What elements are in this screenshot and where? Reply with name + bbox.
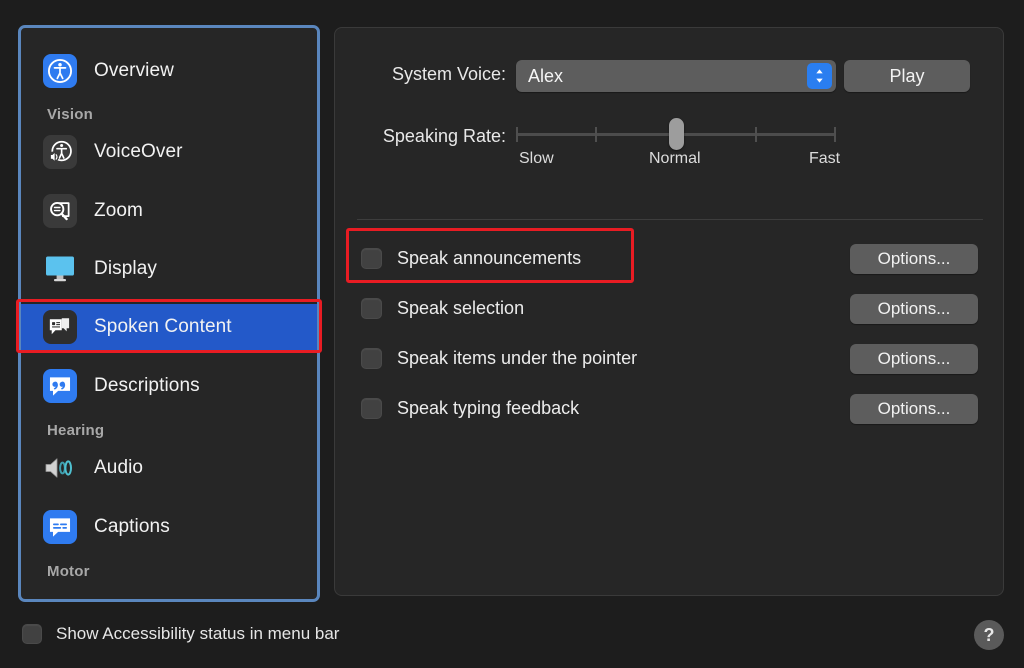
system-voice-value: Alex	[528, 65, 564, 86]
sidebar-item-voiceover[interactable]: VoiceOver	[21, 129, 317, 175]
system-voice-label: System Voice:	[391, 64, 506, 84]
sidebar-item-label: Display	[94, 258, 157, 279]
speaking-rate-slider[interactable]	[516, 118, 836, 150]
sidebar: Overview Vision VoiceOver Zoom Display S…	[18, 25, 320, 602]
checkbox-label: Speak selection	[397, 297, 525, 318]
checkbox-speak-items-under-pointer[interactable]	[361, 347, 382, 369]
sidebar-section-motor: Motor	[47, 563, 90, 580]
sidebar-item-label: Audio	[94, 457, 144, 478]
checkbox-speak-selection[interactable]	[361, 297, 382, 319]
sidebar-item-label: VoiceOver	[94, 141, 183, 162]
options-button-speak-items-under-pointer[interactable]: Options...	[850, 344, 978, 374]
slider-knob[interactable]	[669, 118, 684, 150]
slider-tick	[595, 127, 597, 142]
accessibility-preferences-window: Overview Vision VoiceOver Zoom Display S…	[0, 0, 1024, 668]
sidebar-item-label: Overview	[94, 60, 174, 81]
options-button-speak-announcements[interactable]: Options...	[850, 244, 978, 274]
slider-tick	[516, 127, 518, 142]
menubar-status-checkbox-row[interactable]: Show Accessibility status in menu bar	[22, 624, 339, 644]
sidebar-item-zoom[interactable]: Zoom	[21, 188, 317, 234]
speaker-icon	[43, 451, 77, 485]
zoom-magnifier-icon	[43, 194, 77, 228]
sidebar-item-label: Spoken Content	[94, 316, 232, 337]
checkbox-row-speak-typing-feedback[interactable]: Speak typing feedback	[361, 396, 579, 420]
checkbox-show-accessibility-status[interactable]	[22, 624, 42, 644]
sidebar-item-display[interactable]: Display	[21, 246, 317, 292]
quote-bubble-icon	[43, 369, 77, 403]
checkbox-speak-typing-feedback[interactable]	[361, 397, 382, 419]
speech-bubbles-icon	[43, 310, 77, 344]
checkbox-speak-announcements[interactable]	[361, 247, 382, 269]
play-button[interactable]: Play	[844, 60, 970, 92]
sidebar-section-hearing: Hearing	[47, 422, 105, 439]
sidebar-item-label: Descriptions	[94, 375, 200, 396]
slider-label-slow: Slow	[519, 150, 554, 167]
sidebar-item-overview[interactable]: Overview	[21, 48, 317, 94]
slider-tick	[755, 127, 757, 142]
checkbox-label: Speak items under the pointer	[397, 347, 638, 368]
voiceover-icon	[43, 135, 77, 169]
sidebar-item-audio[interactable]: Audio	[21, 445, 317, 491]
system-voice-dropdown[interactable]: Alex	[516, 60, 836, 92]
sidebar-item-label: Captions	[94, 516, 170, 537]
checkbox-label: Speak typing feedback	[397, 397, 580, 418]
checkbox-row-speak-announcements[interactable]: Speak announcements	[361, 246, 581, 270]
slider-label-fast: Fast	[809, 150, 841, 167]
checkbox-row-speak-selection[interactable]: Speak selection	[361, 296, 524, 320]
sidebar-item-descriptions[interactable]: Descriptions	[21, 363, 317, 409]
chevron-up-down-icon[interactable]	[807, 63, 832, 89]
accessibility-person-icon	[43, 54, 77, 88]
slider-tick	[834, 127, 836, 142]
sidebar-item-label: Zoom	[94, 200, 143, 221]
options-button-speak-typing-feedback[interactable]: Options...	[850, 394, 978, 424]
checkbox-label: Show Accessibility status in menu bar	[56, 624, 340, 643]
help-button[interactable]: ?	[974, 620, 1004, 650]
spoken-content-pane: System Voice: Alex Play Speaking Rate: S…	[334, 27, 1004, 596]
display-monitor-icon	[43, 252, 77, 286]
sidebar-item-captions[interactable]: Captions	[21, 504, 317, 550]
sidebar-item-spoken-content[interactable]: Spoken Content	[21, 304, 317, 350]
options-button-speak-selection[interactable]: Options...	[850, 294, 978, 324]
checkbox-row-speak-items-under-pointer[interactable]: Speak items under the pointer	[361, 346, 637, 370]
captions-bubble-icon	[43, 510, 77, 544]
checkbox-label: Speak announcements	[397, 247, 582, 268]
speaking-rate-label: Speaking Rate:	[382, 126, 506, 146]
sidebar-section-vision: Vision	[47, 106, 93, 123]
slider-label-normal: Normal	[649, 150, 701, 167]
section-divider	[357, 219, 983, 220]
